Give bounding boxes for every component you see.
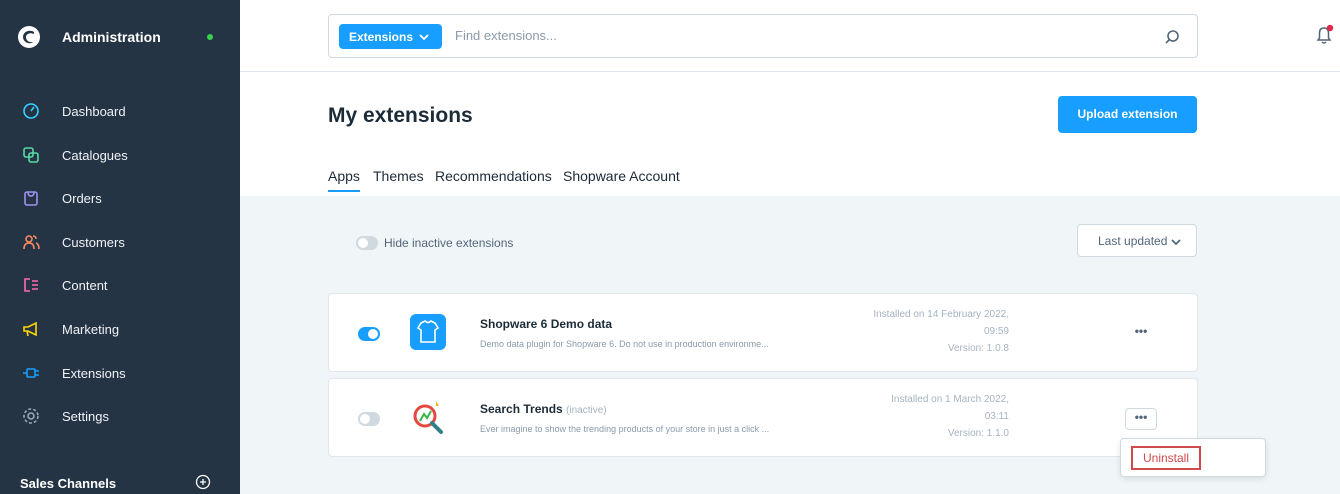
add-sales-channel-icon[interactable] (195, 474, 211, 490)
customers-icon (23, 234, 40, 249)
shopping-bag-icon (24, 191, 38, 206)
extension-title: Shopware 6 Demo data (480, 317, 613, 331)
sidebar-item-orders[interactable]: Orders (0, 177, 240, 221)
search-trends-icon (413, 401, 443, 434)
extension-active-toggle[interactable] (358, 327, 380, 341)
context-menu: Uninstall (1120, 438, 1266, 477)
online-status-dot (207, 34, 213, 40)
extension-name: Search Trends (inactive) (480, 402, 607, 416)
sidebar-item-label: Orders (62, 191, 102, 207)
sidebar-item-label: Dashboard (62, 104, 126, 119)
tab-shopware-account[interactable]: Shopware Account (563, 168, 680, 184)
sidebar-title: Administration (62, 29, 161, 45)
sales-channels-heading: Sales Channels (20, 476, 117, 491)
sidebar-item-label: Catalogues (62, 147, 128, 163)
sidebar-item-label: Extensions (62, 365, 126, 381)
tab-recommendations[interactable]: Recommendations (435, 168, 552, 184)
sales-channels-section: Sales Channels (0, 468, 240, 494)
install-time: 03:11 (984, 411, 1009, 422)
chevron-down-icon (419, 34, 429, 41)
sort-dropdown[interactable]: Last updated (1077, 224, 1197, 257)
notification-bell-icon[interactable] (1313, 24, 1335, 46)
search-icon[interactable] (1164, 29, 1180, 45)
sidebar-nav: Dashboard Catalogues Orders Customers Co… (0, 90, 240, 439)
sidebar-item-settings[interactable]: Settings (0, 395, 240, 439)
sidebar-item-customers[interactable]: Customers (0, 221, 240, 265)
extension-description: Demo data plugin for Shopware 6. Do not … (480, 339, 769, 349)
extension-meta: Installed on 14 February 2022, 09:59 Ver… (873, 306, 1009, 357)
extension-version: Version: 1.1.0 (947, 428, 1009, 439)
extension-active-toggle[interactable] (358, 412, 380, 426)
extension-title: Search Trends (480, 402, 563, 416)
gauge-icon (23, 103, 39, 119)
sidebar-item-label: Settings (62, 409, 109, 425)
install-date: Installed on 14 February 2022, (873, 309, 1009, 320)
extension-card: Shopware 6 Demo data Demo data plugin fo… (328, 293, 1198, 372)
sidebar-item-marketing[interactable]: Marketing (0, 308, 240, 352)
megaphone-icon (23, 321, 37, 337)
gear-icon (23, 408, 39, 424)
sidebar-item-label: Marketing (62, 321, 120, 337)
install-time: 09:59 (983, 326, 1009, 337)
extension-name: Shopware 6 Demo data (480, 317, 612, 331)
tab-apps[interactable]: Apps (328, 168, 360, 192)
hide-inactive-label: Hide inactive extensions (384, 236, 514, 250)
toggle-knob (360, 414, 370, 424)
search-input[interactable] (455, 28, 1055, 43)
sidebar-item-catalogues[interactable]: Catalogues (0, 134, 240, 178)
top-bar: Extensions (240, 0, 1340, 72)
sidebar-item-label: Customers (62, 234, 125, 250)
tshirt-icon (410, 314, 446, 350)
sidebar-item-dashboard[interactable]: Dashboard (0, 90, 240, 134)
tab-themes[interactable]: Themes (373, 168, 424, 184)
extension-card: Search Trends (inactive) Ever imagine to… (328, 378, 1198, 457)
uninstall-menu-item[interactable]: Uninstall (1131, 446, 1201, 470)
extension-version: Version: 1.0.8 (947, 343, 1009, 354)
context-menu-button[interactable]: ••• (1125, 323, 1157, 345)
install-date: Installed on 1 March 2022, (891, 394, 1009, 405)
shopware-logo-icon (18, 26, 40, 48)
catalogue-icon (23, 146, 39, 163)
hide-inactive-toggle[interactable] (356, 236, 378, 250)
sidebar: Administration Dashboard Catalogues Orde… (0, 0, 240, 494)
content-icon (24, 278, 38, 293)
sidebar-item-content[interactable]: Content (0, 264, 240, 308)
extension-meta: Installed on 1 March 2022, 03:11 Version… (891, 391, 1009, 442)
upload-extension-button[interactable]: Upload extension (1058, 96, 1197, 133)
sidebar-item-label: Content (62, 278, 108, 294)
search-bar: Extensions (328, 14, 1198, 58)
page-title: My extensions (328, 104, 473, 127)
toggle-knob (368, 329, 378, 339)
page-header: My extensions Upload extension Apps Them… (240, 72, 1340, 196)
sidebar-item-extensions[interactable]: Extensions (0, 352, 240, 396)
sort-label: Last updated (1098, 234, 1168, 248)
chevron-down-icon (1171, 239, 1181, 246)
inactive-label: (inactive) (566, 405, 607, 416)
plug-icon (23, 367, 39, 378)
search-type-dropdown[interactable]: Extensions (339, 24, 442, 49)
extension-description: Ever imagine to show the trending produc… (480, 424, 770, 434)
context-menu-button[interactable]: ••• (1125, 408, 1157, 430)
extensions-list-area: Hide inactive extensions Last updated Sh… (240, 196, 1340, 494)
sidebar-brand: Administration (0, 0, 240, 72)
toggle-knob (358, 238, 368, 248)
search-type-label: Extensions (349, 30, 414, 44)
